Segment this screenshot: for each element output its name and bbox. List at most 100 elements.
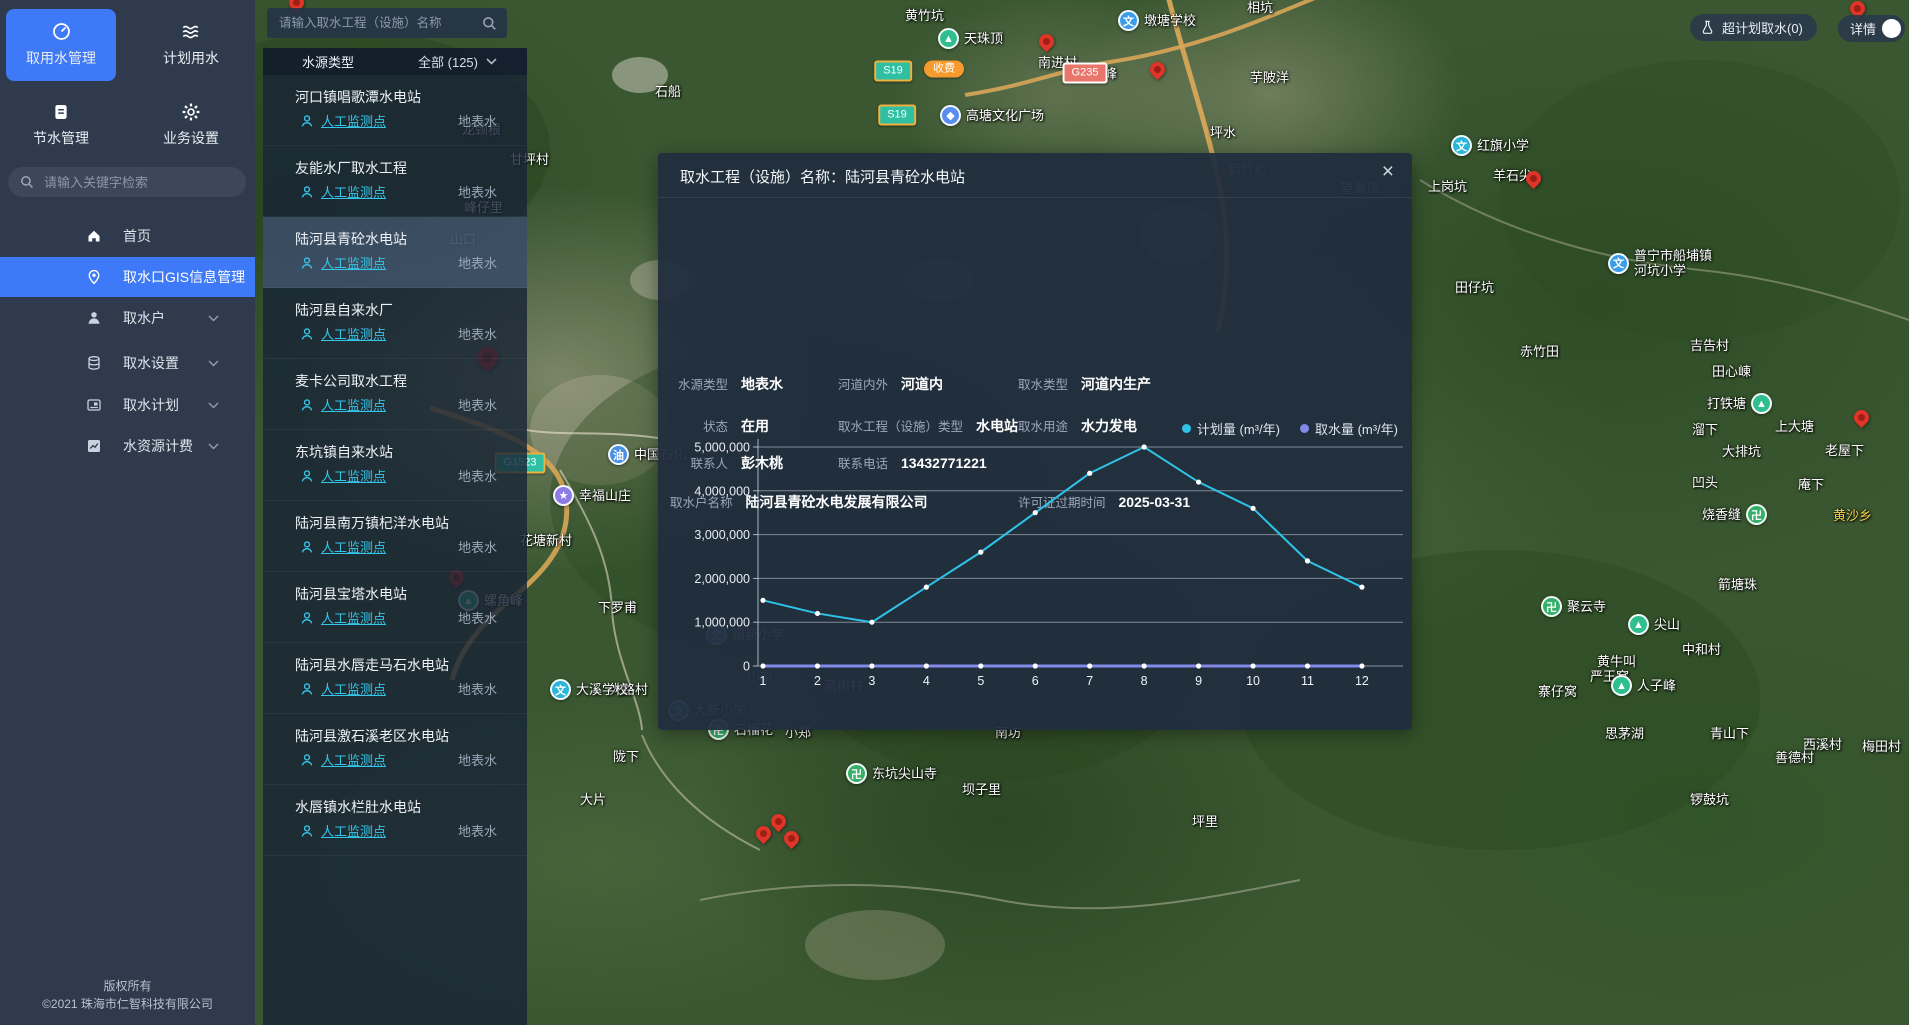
search-icon[interactable] (482, 16, 497, 31)
poi-label: 聚云寺 (1567, 599, 1606, 614)
map-pin-icon[interactable] (753, 823, 774, 844)
map-place-label: 凹头 (1692, 475, 1718, 491)
map-poi: 烧香缝卍 (1702, 504, 1767, 525)
map-pin-icon[interactable] (768, 811, 789, 832)
school_cyan-icon: 文 (1451, 135, 1472, 156)
copyright-footer: 版权所有 ©2021 珠海市仁智科技有限公司 (0, 977, 255, 1013)
station-list-panel: 水源类型 全部 (125) 河口镇唱歌潭水电站人工监测点地表水友能水厂取水工程人… (263, 0, 527, 1025)
water-source-label: 地表水 (458, 395, 497, 414)
close-icon[interactable]: × (1382, 161, 1394, 182)
sidebar: 取用水管理 计划用水 节水管理 (0, 0, 255, 1025)
road-badge: S19 (874, 61, 912, 82)
module-planned-water[interactable]: 计划用水 (136, 9, 246, 81)
map-place-label: 上大塘 (1775, 419, 1814, 435)
station-list-item[interactable]: 友能水厂取水工程人工监测点地表水 (263, 146, 527, 217)
filter-label: 水源类型 (302, 52, 354, 71)
map-pin-icon[interactable] (1147, 59, 1168, 80)
station-list-item[interactable]: 陆河县南万镇杞洋水电站人工监测点地表水 (263, 501, 527, 572)
map-place-label: 大排坑 (1722, 444, 1761, 460)
toggle-knob[interactable] (1882, 19, 1901, 38)
gas-icon: 油 (608, 444, 629, 465)
station-name: 友能水厂取水工程 (295, 158, 407, 178)
poi-label: 人子峰 (1637, 678, 1676, 693)
svg-text:3,000,000: 3,000,000 (694, 528, 750, 542)
temple-icon: 卍 (846, 763, 867, 784)
svg-text:11: 11 (1301, 674, 1314, 688)
map-poi: 打铁塘▲ (1707, 393, 1772, 414)
sidebar-item-home[interactable]: 首页 (0, 216, 255, 256)
map-place-label: 梅田村 (1862, 739, 1901, 755)
chevron-down-icon (208, 402, 219, 409)
map-place-label: 老屋下 (1825, 443, 1864, 459)
over-plan-intake-badge[interactable]: 超计划取水(0) (1690, 14, 1817, 41)
detail-toggle[interactable]: 详情 (1838, 15, 1905, 42)
station-name: 陆河县南万镇杞洋水电站 (295, 513, 449, 533)
station-list-item[interactable]: 陆河县自来水厂人工监测点地表水 (263, 288, 527, 359)
school-icon: 文 (1118, 10, 1139, 31)
station-list-item[interactable]: 麦卡公司取水工程人工监测点地表水 (263, 359, 527, 430)
person-icon (300, 114, 314, 128)
flask-icon (1700, 20, 1715, 35)
map-pin-icon[interactable] (781, 828, 802, 849)
map-place-label: 田仔坑 (1455, 280, 1494, 296)
mountain-icon: ▲ (1611, 675, 1632, 696)
svg-text:9: 9 (1195, 674, 1202, 688)
sidebar-item-intake-plan[interactable]: 取水计划 (0, 385, 255, 425)
station-list-item[interactable]: 陆河县宝塔水电站人工监测点地表水 (263, 572, 527, 643)
station-search-input[interactable] (277, 15, 476, 31)
sidebar-item-intake-settings[interactable]: 取水设置 (0, 343, 255, 383)
sidebar-item-water-billing[interactable]: 水资源计费 (0, 426, 255, 466)
resort-icon: ★ (553, 485, 574, 506)
map-place-label: 石船 (655, 84, 681, 100)
chevron-down-icon (486, 58, 497, 65)
chart-icon (86, 438, 102, 454)
svg-text:10: 10 (1246, 674, 1260, 688)
map-poi: ▲天珠顶 (938, 28, 1003, 49)
svg-text:4,000,000: 4,000,000 (694, 484, 750, 498)
station-list-item[interactable]: 陆河县激石溪老区水电站人工监测点地表水 (263, 714, 527, 785)
map-pin-icon[interactable] (1036, 31, 1057, 52)
map-place-label: 思茅湖 (1605, 726, 1644, 742)
monitor-type-label: 人工监测点 (321, 679, 386, 698)
map-poi: 文红旗小学 (1451, 135, 1529, 156)
gauge-icon (52, 22, 71, 41)
map-place-label: 庵下 (1798, 477, 1824, 493)
document-icon (52, 103, 70, 121)
station-list-item[interactable]: 东坑镇自来水站人工监测点地表水 (263, 430, 527, 501)
map-pin-icon[interactable] (1851, 407, 1872, 428)
svg-text:3: 3 (868, 674, 875, 688)
svg-text:7: 7 (1086, 674, 1093, 688)
map-place-label: 坪水 (1210, 125, 1236, 141)
station-detail-modal: 取水工程（设施）名称：陆河县青砼水电站 × 水源类型地表水河道内外河道内取水类型… (658, 153, 1412, 730)
map-place-label: 陇下 (613, 749, 639, 765)
station-name: 东坑镇自来水站 (295, 442, 393, 462)
person-icon (300, 185, 314, 199)
module-water-saving-mgmt[interactable]: 节水管理 (6, 89, 116, 161)
station-list-item[interactable]: 陆河县青砼水电站人工监测点地表水 (263, 217, 527, 288)
filter-value-dropdown[interactable]: 全部 (125) (418, 52, 497, 71)
monitor-type-label: 人工监测点 (321, 182, 386, 201)
poi-label: 打铁塘 (1707, 396, 1746, 411)
water-source-label: 地表水 (458, 466, 497, 485)
station-list-item[interactable]: 陆河县水唇走马石水电站人工监测点地表水 (263, 643, 527, 714)
station-name: 陆河县宝塔水电站 (295, 584, 407, 604)
chevron-down-icon (208, 315, 219, 322)
module-business-settings[interactable]: 业务设置 (136, 89, 246, 161)
station-name: 河口镇唱歌潭水电站 (295, 87, 421, 107)
module-water-intake-mgmt[interactable]: 取用水管理 (6, 9, 116, 81)
sidebar-item-gis-info[interactable]: 取水口GIS信息管理 (0, 257, 255, 297)
sidebar-item-label: 取水计划 (123, 395, 179, 415)
station-list-item[interactable]: 水唇镇水栏肚水电站人工监测点地表水 (263, 785, 527, 856)
station-name: 麦卡公司取水工程 (295, 371, 407, 391)
map-place-label: 中和村 (1682, 642, 1721, 658)
sidebar-item-water-users[interactable]: 取水户 (0, 298, 255, 338)
search-icon (20, 175, 34, 189)
sidebar-search-input[interactable] (42, 174, 234, 191)
person-icon (300, 398, 314, 412)
poi-label: 幸福山庄 (579, 488, 631, 503)
poi-label: 普宁市船埔镇河坑小学 (1634, 248, 1712, 278)
map-place-label: 黄竹坑 (905, 8, 944, 24)
station-list-item[interactable]: 河口镇唱歌潭水电站人工监测点地表水 (263, 75, 527, 146)
gear-icon (182, 103, 200, 121)
map-place-label: 大片 (580, 792, 606, 808)
